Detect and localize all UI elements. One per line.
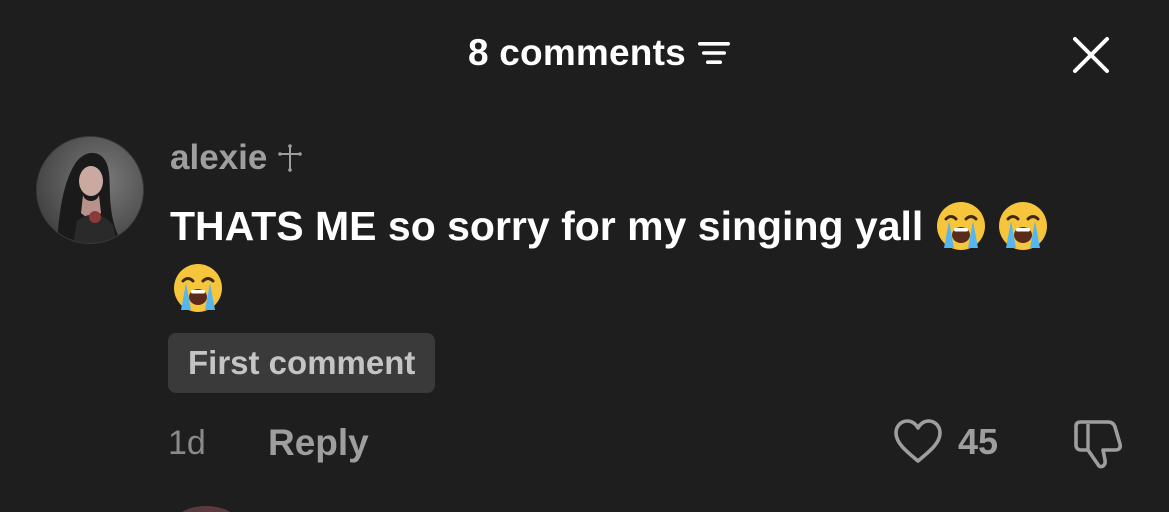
avatar[interactable] [36, 136, 144, 244]
dislike-button[interactable] [1070, 418, 1126, 475]
cross-icon [277, 143, 303, 173]
crying-emoji-icon [172, 262, 224, 314]
heart-icon [894, 419, 942, 463]
comments-sheet: 8 comments alexie THATS ME so sorry for … [0, 0, 1169, 512]
comment-text: THATS ME so sorry for my singing yall [170, 203, 924, 249]
first-comment-badge: First comment [168, 333, 436, 393]
crying-emoji-icon [935, 200, 987, 252]
comment-header: alexie [170, 138, 303, 178]
comment-body: THATS ME so sorry for my singing yall [170, 195, 1140, 319]
username[interactable]: alexie [170, 138, 267, 178]
next-comment-avatar[interactable] [176, 506, 236, 512]
thumbs-down-icon [1074, 420, 1123, 469]
close-icon [1073, 37, 1109, 73]
like-button[interactable]: 45 [892, 418, 998, 466]
comment-count-label: 8 comments [468, 32, 686, 73]
crying-emoji-icon [997, 200, 1049, 252]
close-button[interactable] [1066, 30, 1116, 80]
comments-header: 8 comments [0, 28, 1169, 78]
comments-sort-toggle[interactable]: 8 comments [468, 28, 732, 78]
sort-icon[interactable] [696, 37, 732, 69]
comment-timestamp: 1d [168, 424, 206, 462]
reply-button[interactable]: Reply [268, 422, 369, 464]
like-count: 45 [958, 421, 999, 462]
